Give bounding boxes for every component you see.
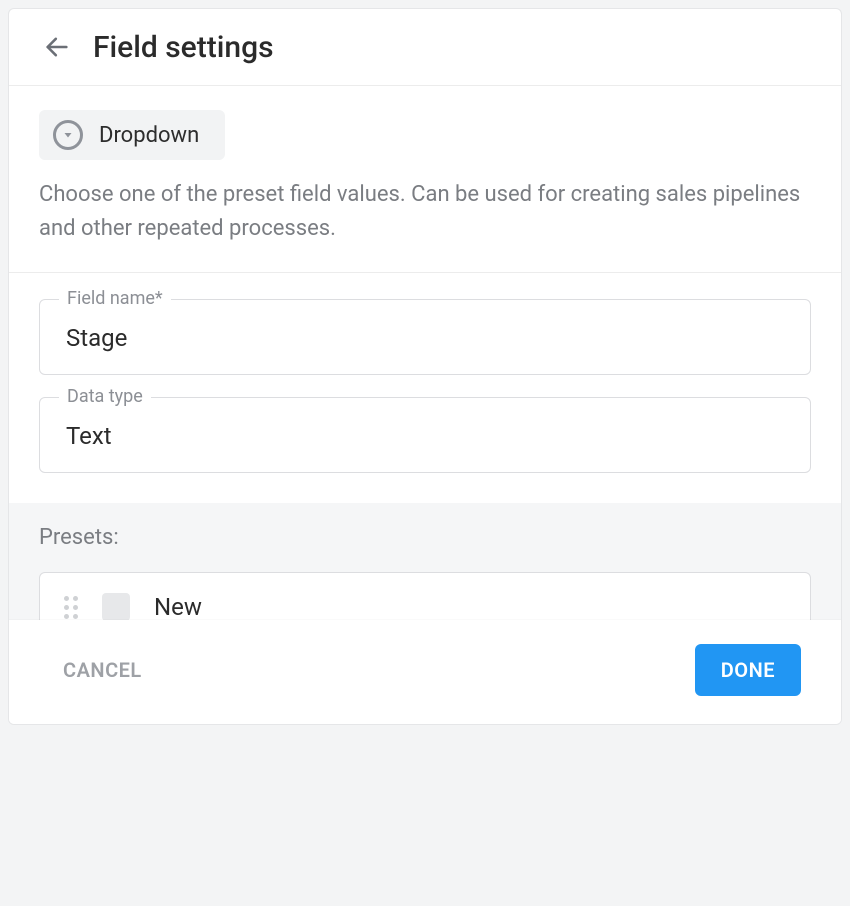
color-swatch[interactable]	[102, 593, 130, 621]
field-type-section: Dropdown Choose one of the preset field …	[9, 86, 841, 273]
back-button[interactable]	[39, 29, 75, 65]
drag-handle-icon[interactable]	[64, 596, 78, 619]
cancel-button[interactable]: CANCEL	[63, 658, 142, 682]
presets-heading: Presets:	[39, 525, 811, 550]
field-settings-panel: Field settings Dropdown Choose one of th…	[8, 8, 842, 725]
field-name-label: Field name*	[59, 288, 171, 309]
dropdown-icon	[53, 120, 83, 150]
arrow-left-icon	[43, 33, 71, 61]
data-type-label: Data type	[59, 386, 151, 407]
form-section: Field name* Data type Text	[9, 273, 841, 503]
field-type-description: Choose one of the preset field values. C…	[39, 178, 811, 246]
preset-label: New	[154, 593, 202, 621]
field-name-wrap: Field name*	[39, 299, 811, 375]
field-name-input[interactable]	[39, 299, 811, 375]
field-type-selector[interactable]: Dropdown	[39, 110, 225, 160]
done-button[interactable]: DONE	[695, 644, 801, 696]
page-title: Field settings	[93, 30, 274, 65]
data-type-value: Text	[66, 422, 112, 450]
footer-bar: CANCEL DONE	[9, 620, 841, 724]
panel-header: Field settings	[9, 9, 841, 86]
data-type-select[interactable]: Text	[39, 397, 811, 473]
field-type-label: Dropdown	[99, 123, 199, 148]
data-type-wrap: Data type Text	[39, 397, 811, 473]
